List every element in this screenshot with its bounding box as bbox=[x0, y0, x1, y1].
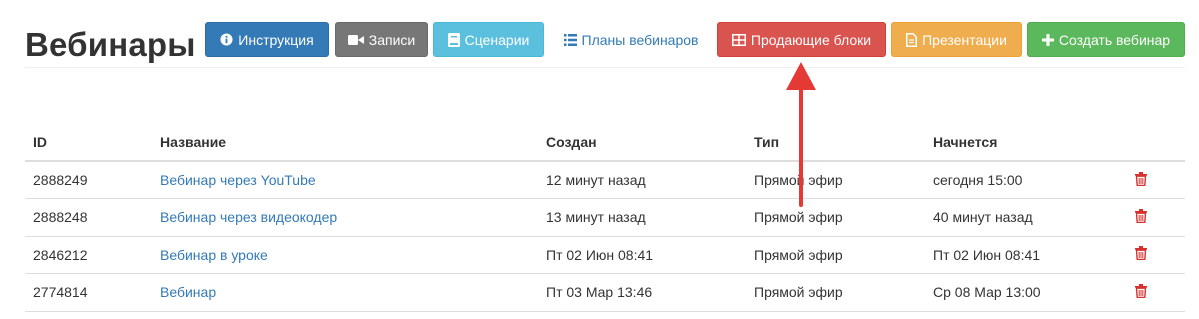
webinar-name-cell: Вебинар через видеокодер bbox=[152, 198, 538, 237]
webinar-id: 2774814 bbox=[25, 273, 152, 312]
webinar-name-cell: Вебинар через YouTube bbox=[152, 161, 538, 199]
column-header-actions bbox=[1125, 124, 1185, 162]
trash-icon[interactable] bbox=[1135, 246, 1147, 263]
table-header-row: ID Название Создан Тип Начнется bbox=[25, 124, 1185, 162]
table-row: 2774814 Вебинар Пт 03 Мар 13:46 Прямой э… bbox=[25, 273, 1185, 312]
webinar-link[interactable]: Вебинар bbox=[160, 284, 216, 300]
trash-icon[interactable] bbox=[1135, 208, 1147, 226]
plans-link[interactable]: Планы вебинаров bbox=[552, 22, 710, 57]
column-header-type: Тип bbox=[746, 124, 925, 162]
trash-icon[interactable] bbox=[1135, 283, 1147, 301]
webinar-start: Ср 08 Мар 13:00 bbox=[925, 273, 1125, 312]
column-header-name: Название bbox=[152, 124, 538, 162]
webinar-created: Пт 02 Июн 08:41 bbox=[538, 236, 746, 274]
webinar-start: сегодня 15:00 bbox=[925, 161, 1125, 199]
actions-cell bbox=[1125, 161, 1185, 199]
webinar-link[interactable]: Вебинар в уроке bbox=[160, 247, 268, 263]
actions-cell bbox=[1125, 273, 1185, 312]
table-row: 2888248 Вебинар через видеокодер 13 мину… bbox=[25, 198, 1185, 237]
instructions-button[interactable]: Инструкция bbox=[205, 22, 329, 57]
trash-icon[interactable] bbox=[1135, 171, 1147, 189]
webinar-start: 40 минут назад bbox=[925, 198, 1125, 237]
selling-blocks-button[interactable]: Продающие блоки bbox=[717, 22, 886, 57]
actions-cell bbox=[1125, 236, 1185, 274]
create-webinar-button[interactable]: Создать вебинар bbox=[1027, 22, 1185, 57]
book-icon bbox=[447, 32, 460, 47]
webinar-created: 13 минут назад bbox=[538, 198, 746, 237]
webinar-id: 2888249 bbox=[25, 161, 152, 199]
webinar-created: Пт 03 Мар 13:46 bbox=[538, 273, 746, 312]
selling-blocks-label: Продающие блоки bbox=[750, 31, 872, 48]
presentations-label: Презентации bbox=[922, 31, 1007, 48]
recordings-button[interactable]: Записи bbox=[335, 22, 428, 57]
plus-icon bbox=[1041, 33, 1054, 46]
plans-label: Планы вебинаров bbox=[581, 31, 699, 48]
annotation-arrow-icon bbox=[786, 62, 816, 207]
scenarios-button[interactable]: Сценарии bbox=[433, 22, 544, 57]
table-row: 2888249 Вебинар через YouTube 12 минут н… bbox=[25, 161, 1185, 199]
presentations-button[interactable]: Презентации bbox=[891, 22, 1022, 57]
file-text-icon bbox=[906, 32, 918, 47]
column-header-created: Создан bbox=[538, 124, 746, 162]
actions-cell bbox=[1125, 198, 1185, 237]
info-circle-icon bbox=[220, 33, 233, 46]
webinar-type: Прямой эфир bbox=[746, 161, 925, 199]
column-header-id: ID bbox=[25, 124, 152, 162]
webinars-table: ID Название Создан Тип Начнется 2888249 … bbox=[25, 124, 1185, 312]
column-header-start: Начнется bbox=[925, 124, 1125, 162]
webinar-id: 2846212 bbox=[25, 236, 152, 274]
list-icon bbox=[563, 33, 577, 46]
webinar-name-cell: Вебинар bbox=[152, 273, 538, 312]
webinar-type: Прямой эфир bbox=[746, 273, 925, 312]
webinar-link[interactable]: Вебинар через YouTube bbox=[160, 172, 316, 188]
toolbar: Инструкция Записи Сценарии Планы вебинар… bbox=[0, 22, 1199, 58]
create-webinar-label: Создать вебинар bbox=[1058, 31, 1171, 48]
table-row: 2846212 Вебинар в уроке Пт 02 Июн 08:41 … bbox=[25, 236, 1185, 274]
instructions-label: Инструкция bbox=[238, 31, 314, 48]
scenarios-label: Сценарии bbox=[464, 31, 530, 48]
webinar-link[interactable]: Вебинар через видеокодер bbox=[160, 209, 337, 225]
video-camera-icon bbox=[347, 34, 364, 46]
recordings-label: Записи bbox=[368, 31, 416, 48]
webinar-created: 12 минут назад bbox=[538, 161, 746, 199]
webinar-start: Пт 02 Июн 08:41 bbox=[925, 236, 1125, 274]
webinar-type: Прямой эфир bbox=[746, 198, 925, 237]
webinar-type: Прямой эфир bbox=[746, 236, 925, 274]
webinar-name-cell: Вебинар в уроке bbox=[152, 236, 538, 274]
webinar-id: 2888248 bbox=[25, 198, 152, 237]
table-grid-icon bbox=[731, 33, 746, 46]
